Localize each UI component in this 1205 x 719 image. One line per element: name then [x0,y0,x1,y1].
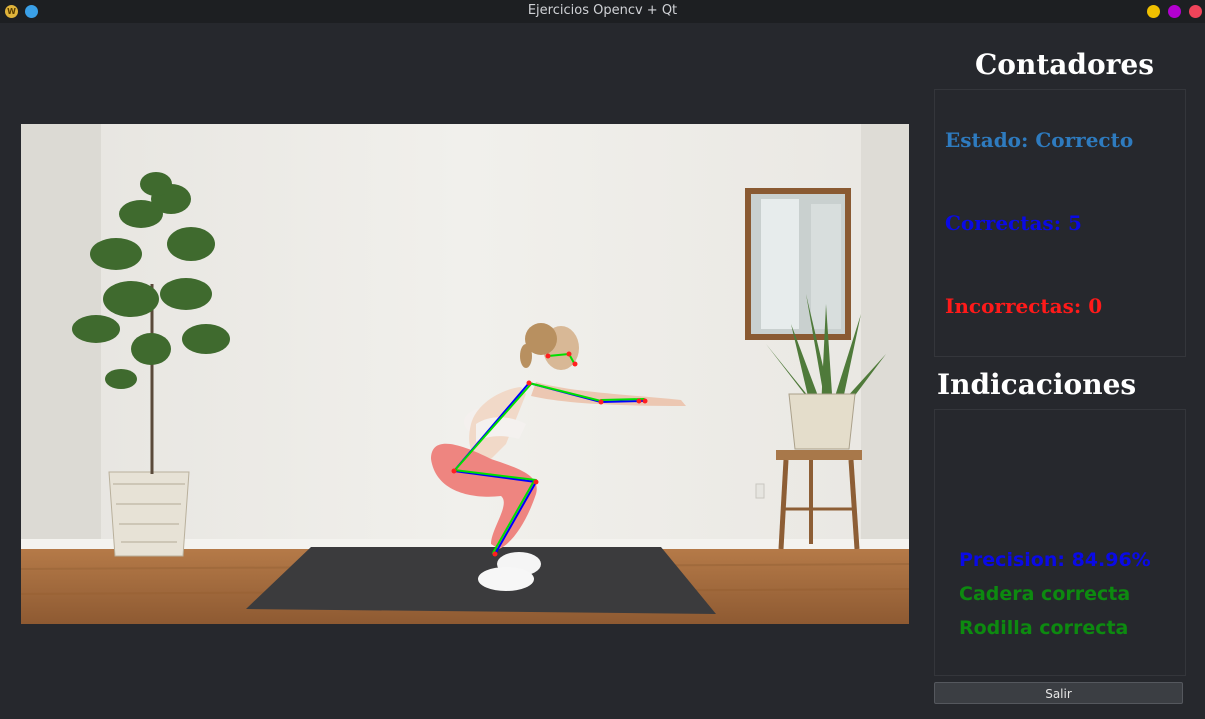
estado-label: Estado: Correcto [945,128,1134,152]
title-bar: W Ejercicios Opencv + Qt [0,0,1205,23]
close-button[interactable] [1189,5,1202,18]
exit-button[interactable]: Salir [934,682,1183,704]
maximize-button[interactable] [1168,5,1181,18]
video-scene [21,124,909,624]
video-frame [21,124,909,624]
precision-label: Precision: 84.96% [959,549,1151,571]
cadera-label: Cadera correcta [959,583,1131,605]
correctas-label: Correctas: 5 [945,211,1082,235]
rodilla-label: Rodilla correcta [959,617,1129,639]
counters-title: Contadores [975,48,1154,81]
incorrectas-label: Incorrectas: 0 [945,294,1103,318]
window-title: Ejercicios Opencv + Qt [527,3,678,18]
minimize-button[interactable] [1147,5,1160,18]
indications-title: Indicaciones [937,368,1137,401]
